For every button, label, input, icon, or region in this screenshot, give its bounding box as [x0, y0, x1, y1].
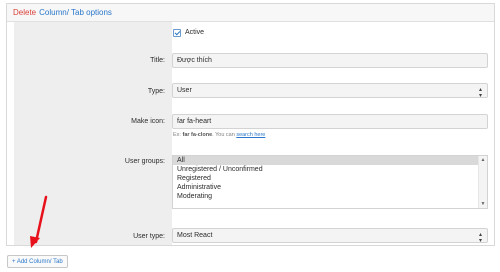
annotation-arrow-icon	[30, 195, 48, 248]
